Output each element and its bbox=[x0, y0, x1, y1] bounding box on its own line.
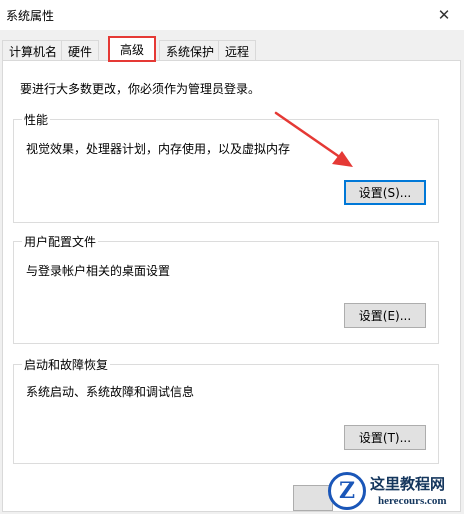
user-profiles-description: 与登录帐户相关的桌面设置 bbox=[26, 264, 171, 278]
performance-description: 视觉效果，处理器计划，内存使用，以及虚拟内存 bbox=[26, 142, 291, 156]
tab-system-protection[interactable]: 系统保护 bbox=[159, 40, 222, 60]
tab-advanced[interactable]: 高级 bbox=[108, 36, 156, 61]
title-bar: 系统属性 ✕ bbox=[0, 0, 464, 30]
watermark-url: herecours.com bbox=[378, 495, 447, 507]
startup-recovery-group: 启动和故障恢复 系统启动、系统故障和调试信息 设置(T)... bbox=[13, 356, 439, 464]
tab-remote[interactable]: 远程 bbox=[218, 40, 257, 60]
watermark-name: 这里教程网 bbox=[370, 475, 446, 493]
user-profiles-settings-button[interactable]: 设置(E)... bbox=[344, 303, 426, 328]
user-profiles-group: 用户配置文件 与登录帐户相关的桌面设置 设置(E)... bbox=[13, 233, 439, 344]
tab-strip: 计算机名 硬件 高级 系统保护 远程 bbox=[0, 36, 464, 61]
watermark: Z 这里教程网 herecours.com bbox=[318, 470, 464, 514]
close-icon[interactable]: ✕ bbox=[424, 0, 464, 30]
startup-recovery-settings-button[interactable]: 设置(T)... bbox=[344, 425, 426, 450]
tab-hardware[interactable]: 硬件 bbox=[61, 40, 100, 60]
user-profiles-group-title: 用户配置文件 bbox=[22, 233, 99, 250]
admin-notice: 要进行大多数更改，你必须作为管理员登录。 bbox=[20, 82, 261, 96]
startup-recovery-group-title: 启动和故障恢复 bbox=[22, 356, 111, 373]
window-title: 系统属性 bbox=[6, 9, 55, 23]
performance-group-title: 性能 bbox=[22, 111, 51, 128]
tab-computer-name[interactable]: 计算机名 bbox=[2, 40, 65, 60]
zh-logo-icon: Z bbox=[328, 472, 366, 510]
performance-group: 性能 视觉效果，处理器计划，内存使用，以及虚拟内存 设置(S)... bbox=[13, 111, 439, 223]
performance-settings-button[interactable]: 设置(S)... bbox=[344, 180, 426, 205]
startup-recovery-description: 系统启动、系统故障和调试信息 bbox=[26, 385, 195, 399]
